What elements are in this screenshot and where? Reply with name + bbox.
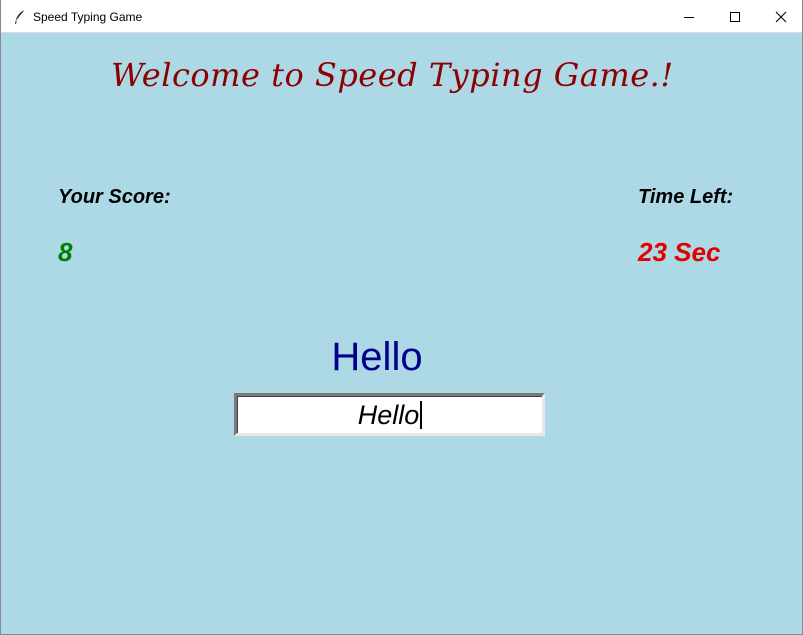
window-title: Speed Typing Game <box>33 10 143 24</box>
time-left-unit: Sec <box>674 237 721 267</box>
score-label: Your Score: <box>58 186 171 208</box>
typing-input-value: Hello <box>357 399 420 430</box>
feather-icon <box>15 9 26 24</box>
title-bar[interactable]: Speed Typing Game <box>1 0 802 33</box>
maximize-button[interactable] <box>712 0 758 33</box>
close-icon <box>775 11 787 22</box>
text-cursor <box>420 401 423 429</box>
score-value: 8 <box>58 237 73 267</box>
app-window: Speed Typing Game Welcome to Speed Typin… <box>0 0 803 635</box>
current-word: Hello <box>331 335 423 379</box>
welcome-heading: Welcome to Speed Typing Game.! <box>111 56 674 94</box>
maximize-icon <box>730 11 740 22</box>
close-button[interactable] <box>758 0 802 33</box>
time-left-value: 23 Sec <box>638 237 720 268</box>
minimize-icon <box>684 16 694 18</box>
time-left-label: Time Left: <box>638 186 734 208</box>
typing-input[interactable]: Hello <box>234 393 545 436</box>
minimize-button[interactable] <box>666 0 712 33</box>
time-left-number: 23 <box>638 237 667 267</box>
